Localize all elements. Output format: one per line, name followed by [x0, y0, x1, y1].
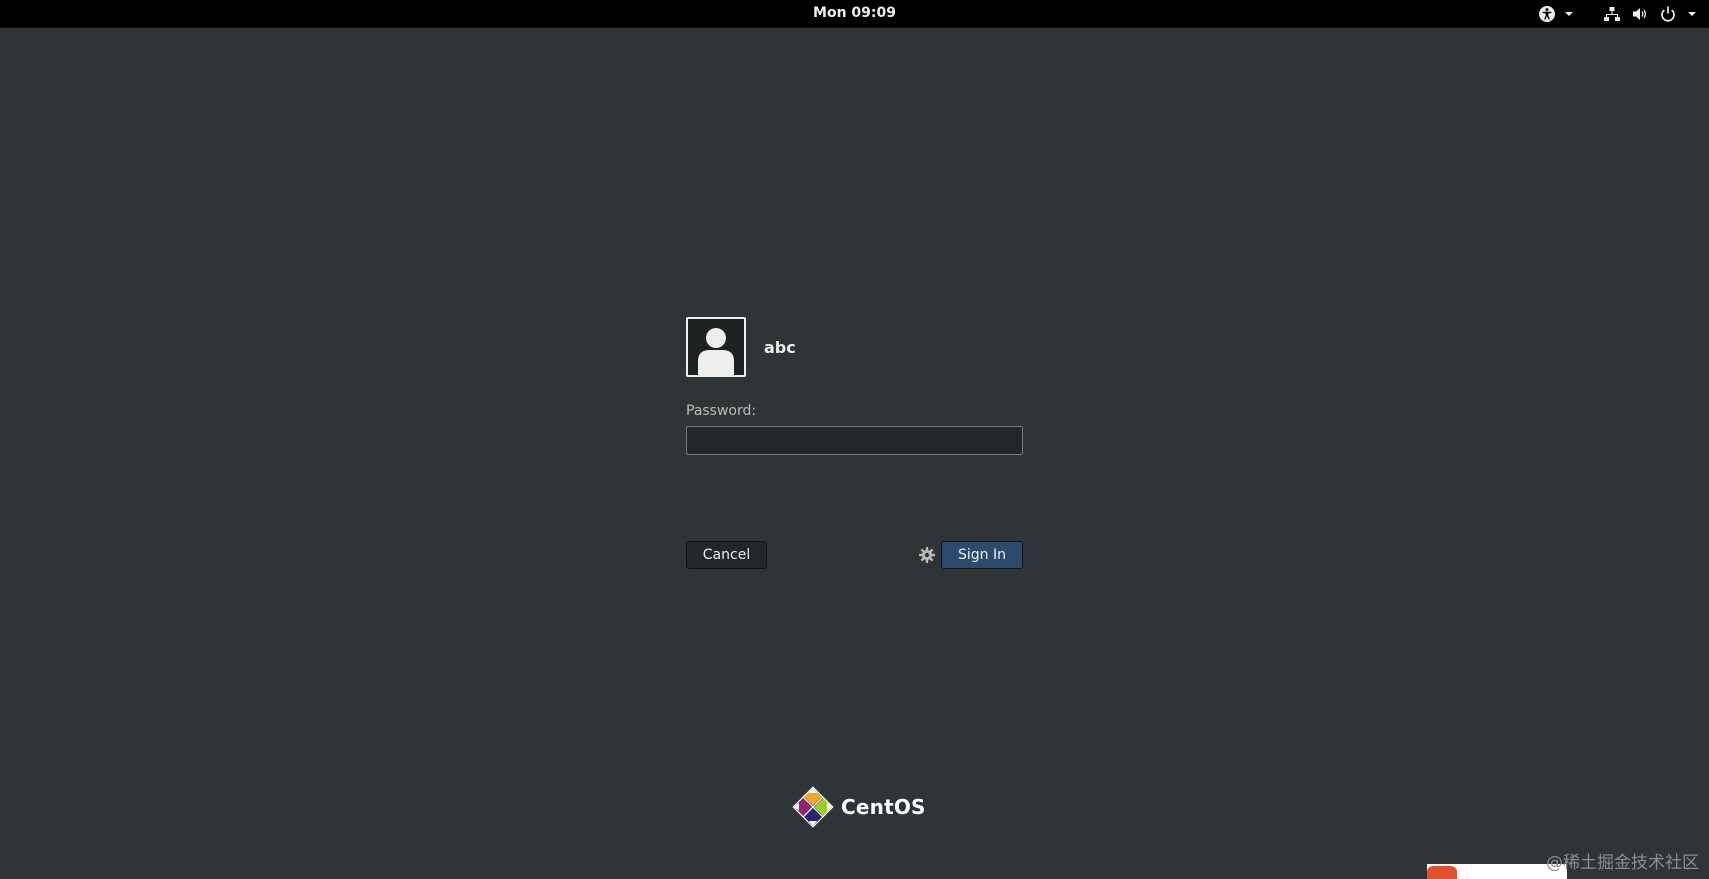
accessibility-icon [1538, 5, 1556, 23]
clock[interactable]: Mon 09:09 [0, 0, 1709, 27]
accessibility-menu[interactable] [1538, 0, 1574, 27]
watermark: @稀土掘金技术社区 [1546, 853, 1699, 873]
system-menu[interactable] [1603, 0, 1697, 27]
password-input[interactable] [686, 426, 1023, 455]
power-icon [1659, 5, 1677, 23]
centos-logo-icon [792, 786, 834, 828]
chevron-down-icon [1687, 9, 1697, 19]
gear-icon[interactable] [918, 546, 936, 564]
password-label: Password: [686, 403, 757, 419]
cancel-button[interactable]: Cancel [686, 541, 767, 569]
centos-wordmark: CentOS [841, 795, 926, 819]
network-icon [1603, 5, 1621, 23]
user-row: abc [686, 315, 1023, 379]
user-icon [698, 328, 734, 375]
chevron-down-icon [1564, 9, 1574, 19]
volume-icon [1631, 5, 1649, 23]
clock-label: Mon 09:09 [813, 5, 896, 21]
sign-in-button[interactable]: Sign In [941, 541, 1023, 569]
avatar [686, 317, 746, 377]
username-label: abc [764, 337, 796, 357]
login-panel: abc Password: Cancel Sign In [686, 315, 1023, 569]
login-screen: Mon 09:09 abc Password: Cancel Sign In C… [0, 0, 1709, 879]
centos-branding: CentOS [791, 785, 926, 829]
button-row: Cancel Sign In [686, 541, 1023, 569]
overlay-fragment-icon [1427, 866, 1457, 879]
top-bar: Mon 09:09 [0, 0, 1709, 28]
